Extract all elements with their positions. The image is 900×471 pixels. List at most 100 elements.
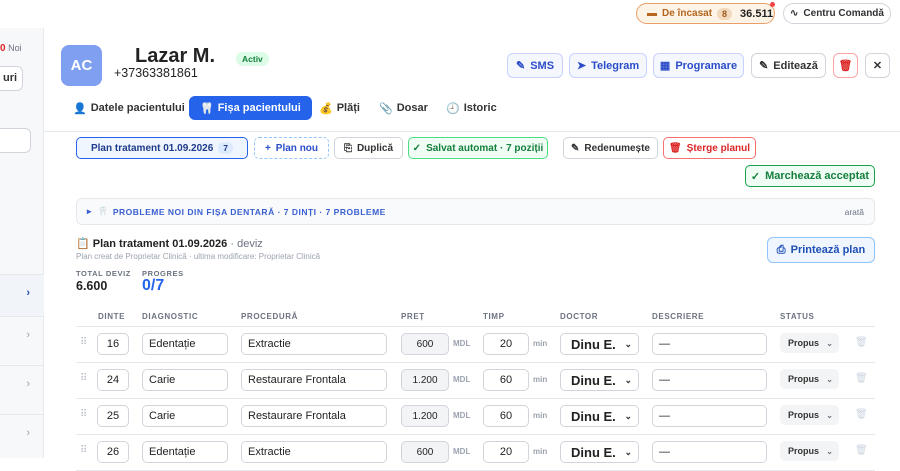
chevron-down-icon: ⌄ [624,375,632,385]
mark-accepted-button[interactable]: ✓ Marchează acceptat [745,165,875,187]
procedure-input[interactable]: Restaurare Frontala [241,405,387,427]
description-input[interactable]: — [652,333,767,355]
procedure-input[interactable]: Restaurare Frontala [241,369,387,391]
status-select[interactable]: Propus ⌄ [780,441,839,461]
price-input[interactable]: 600 [401,441,449,463]
description-input[interactable]: — [652,441,767,463]
currency-label: MDL [453,447,471,456]
diagnosis-input[interactable]: Edentație [142,441,228,463]
description-input[interactable]: — [652,369,767,391]
patient-tabs: 👤 Datele pacientului 🦷 Fișa pacientului 💰 P… [44,94,900,132]
tooth-input[interactable]: 24 [97,369,129,391]
chevron-down-icon: ⌄ [826,446,833,456]
doctor-select[interactable]: Dinu E. ⌄ [560,405,639,427]
tab-history[interactable]: 🕘 Istoric [435,96,508,120]
pencil-icon: ✎ [571,142,580,154]
patient-list-sidebar: 0 Noi uri › › › › [0,28,44,458]
procedure-input[interactable]: Extractie [241,333,387,355]
status-select[interactable]: Propus ⌄ [780,405,839,425]
table-row: ⠿ 16 Edentație Extractie 600 MDL 20 min … [76,327,875,363]
show-link[interactable]: arată [845,207,864,217]
edit-button[interactable]: ✎ Editează [751,53,826,78]
doctor-select[interactable]: Dinu E. ⌄ [560,369,639,391]
delete-patient-button[interactable]: 🗑 [833,53,858,78]
activity-icon: ∿ [790,8,799,19]
header-time: TIMP [483,312,505,321]
price-input[interactable]: 1.200 [401,369,449,391]
total-value: 6.600 [76,279,108,293]
time-input[interactable]: 60 [483,369,529,391]
caret-right-icon: ▸ [87,206,92,216]
chevron-right-icon: › [26,329,30,341]
telegram-button[interactable]: ➤ Telegram [569,53,647,78]
status-select[interactable]: Propus ⌄ [780,333,839,353]
sms-button[interactable]: ✎ SMS [507,53,563,78]
tab-files[interactable]: 📎 Dosar [368,96,439,120]
trash-icon: 🗑 [838,60,853,72]
new-problems-banner[interactable]: ▸ 🦷 PROBLEME NOI DIN FIȘA DENTARĂ · 7 DI… [76,198,875,225]
duplicate-plan-button[interactable]: ⎘ Duplică [334,137,403,159]
header-description: DESCRIERE [652,312,705,321]
table-row: ⠿ 26 Edentație Extractie 600 MDL 20 min … [76,435,875,471]
description-input[interactable]: — [652,405,767,427]
tab-patient-chart[interactable]: 🦷 Fișa pacientului [189,96,312,120]
price-input[interactable]: 600 [401,333,449,355]
due-count-badge: 8 [717,7,733,20]
procedure-input[interactable]: Extractie [241,441,387,463]
plan-selector[interactable]: Plan tratament 01.09.2026 7 [76,137,248,159]
total-label: TOTAL DEVIZ [76,269,131,278]
price-input[interactable]: 1.200 [401,405,449,427]
print-plan-button[interactable]: ⎙ Printează plan [767,237,875,263]
rename-plan-button[interactable]: ✎ Redenumește [563,137,658,159]
trash-icon[interactable]: 🗑 [855,409,868,420]
doctor-select[interactable]: Dinu E. ⌄ [560,333,639,355]
sidebar-search-input[interactable] [0,128,31,153]
tab-payments[interactable]: 💰 Plăți [308,96,371,120]
diagnosis-input[interactable]: Carie [142,405,228,427]
drag-handle-icon[interactable]: ⠿ [80,445,87,456]
top-bar: ▬ De încasat 8 36.511 ∿ Centru Comandă [0,0,900,28]
sidebar-patient-item[interactable]: › [0,274,44,316]
clock-icon: 🕘 [446,102,460,115]
time-input[interactable]: 20 [483,441,529,463]
command-center-button[interactable]: ∿ Centru Comandă [783,3,891,24]
paperclip-icon: 📎 [379,102,393,115]
trash-icon[interactable]: 🗑 [855,373,868,384]
due-payments-pill[interactable]: ▬ De încasat 8 36.511 [636,3,775,24]
plan-title: 📋 Plan tratament 01.09.2026 · deviz [76,238,263,250]
copy-icon: ⎘ [343,142,352,154]
sidebar-patient-item[interactable]: › [0,414,44,456]
delete-plan-button[interactable]: 🗑 Șterge planul [663,137,756,159]
new-plan-button[interactable]: + Plan nou [254,137,329,159]
time-input[interactable]: 20 [483,333,529,355]
sidebar-patient-item[interactable]: › [0,316,44,358]
table-header: DINTE DIAGNOSTIC PROCEDURĂ PREȚ TIMP DOC… [76,307,875,327]
tooth-input[interactable]: 16 [97,333,129,355]
trash-icon[interactable]: 🗑 [855,445,868,456]
header-status: STATUS [780,312,815,321]
drag-handle-icon[interactable]: ⠿ [80,337,87,348]
time-unit-label: min [533,447,548,456]
drag-handle-icon[interactable]: ⠿ [80,373,87,384]
tooth-input[interactable]: 25 [97,405,129,427]
calendar-icon: ▦ [659,60,671,72]
check-icon: ✓ [750,170,761,183]
time-input[interactable]: 60 [483,405,529,427]
drag-handle-icon[interactable]: ⠿ [80,409,87,420]
tooth-icon: 🦷 [97,206,109,216]
diagnosis-input[interactable]: Carie [142,369,228,391]
user-icon: 👤 [73,102,87,115]
diagnosis-input[interactable]: Edentație [142,333,228,355]
trash-icon[interactable]: 🗑 [855,337,868,348]
tab-patient-data[interactable]: 👤 Datele pacientului [62,96,196,120]
plus-icon: + [264,142,271,154]
status-select[interactable]: Propus ⌄ [780,369,839,389]
tooth-input[interactable]: 26 [97,441,129,463]
sidebar-patient-item[interactable]: › [0,365,44,407]
clipboard-icon: 📋 [76,238,90,250]
close-button[interactable]: ✕ [865,53,890,78]
tooth-icon: 🦷 [200,102,214,115]
appointment-button[interactable]: ▦ Programare [653,53,744,78]
sidebar-filter-button[interactable]: uri [0,66,23,91]
doctor-select[interactable]: Dinu E. ⌄ [560,441,639,463]
